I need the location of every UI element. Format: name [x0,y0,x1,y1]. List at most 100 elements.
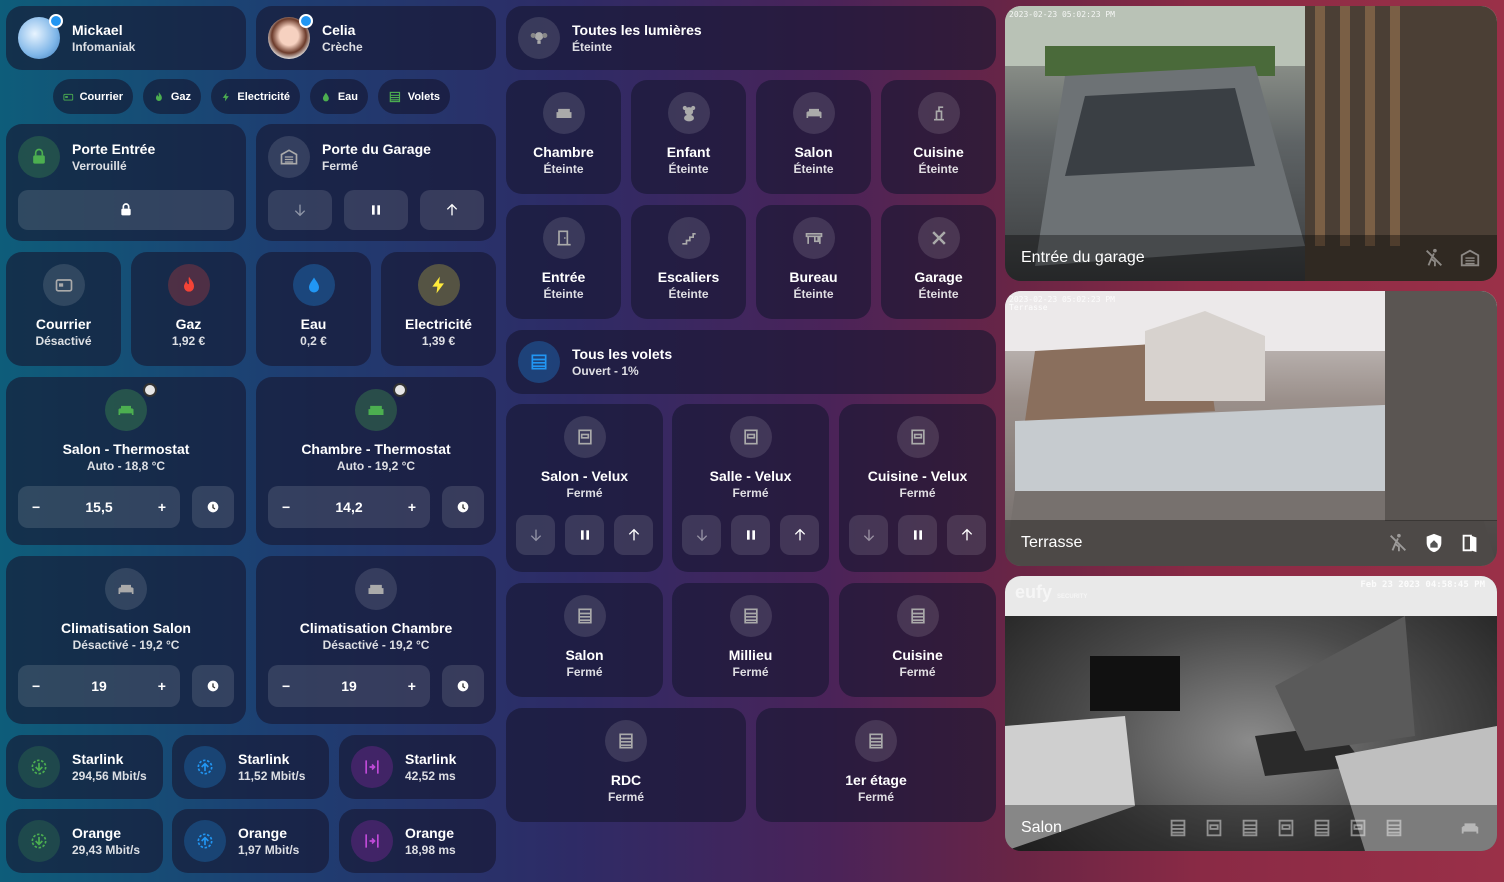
home-shield-icon[interactable] [1423,532,1445,554]
shutter-icon[interactable] [1311,817,1333,839]
stairs-icon [667,217,710,259]
light-card-enfant[interactable]: Enfant Éteinte [631,80,746,194]
plus-button[interactable]: + [158,499,166,515]
motion-off-icon[interactable] [1387,532,1409,554]
plus-button[interactable]: + [158,678,166,694]
stop-button[interactable] [898,515,937,555]
card-title: Salon [794,144,833,160]
motion-off-icon[interactable] [1423,247,1445,269]
shutter-card-rdc[interactable]: RDC Fermé [506,708,746,822]
network-card-orange-ping[interactable]: Orange 18,98 ms [339,809,496,873]
light-card-entree[interactable]: Entrée Éteinte [506,205,621,319]
skylight-icon[interactable] [1347,817,1369,839]
open-button[interactable] [947,515,986,555]
camera-feed-terrasse[interactable]: 2023-02-23 05:02:23 PM Terrasse Terrasse [1005,291,1497,566]
lock-toggle-button[interactable] [18,190,234,230]
camera-name: Salon [1021,819,1062,836]
sensor-card-eau[interactable]: Eau 0,2 € [256,252,371,366]
shutter-card-cuisine[interactable]: Cuisine Fermé [839,583,996,697]
plus-button[interactable]: + [408,678,416,694]
bed-icon [542,92,585,134]
mode-button[interactable] [192,665,234,707]
stop-button[interactable] [565,515,604,555]
sensor-card-gaz[interactable]: Gaz 1,92 € [131,252,246,366]
network-card-starlink-download[interactable]: Starlink 294,56 Mbit/s [6,735,163,799]
arrow-up-icon [628,528,639,541]
light-card-chambre[interactable]: Chambre Éteinte [506,80,621,194]
arrow-up-icon [446,203,458,216]
close-button[interactable] [516,515,555,555]
mode-button[interactable] [442,665,484,707]
temperature-stepper: − 14,2 + [268,486,430,528]
open-button[interactable] [420,190,484,230]
mode-button[interactable] [192,486,234,528]
light-card-escaliers[interactable]: Escaliers Éteinte [631,205,746,319]
person-card-mickael[interactable]: Mickael Infomaniak [6,6,246,70]
network-card-starlink-ping[interactable]: Starlink 42,52 ms [339,735,496,799]
door-open-icon[interactable] [1459,532,1481,554]
garage-icon[interactable] [1459,247,1481,269]
all-shutters-card[interactable]: Tous les volets Ouvert - 1% [506,330,996,394]
light-card-garage[interactable]: Garage Éteinte [881,205,996,319]
network-card-orange-download[interactable]: Orange 29,43 Mbit/s [6,809,163,873]
stop-button[interactable] [731,515,770,555]
minus-button[interactable]: − [32,678,40,694]
stop-button[interactable] [344,190,408,230]
thermostat-mode-icon [207,501,219,513]
open-button[interactable] [614,515,653,555]
shutter-card-1er-etage[interactable]: 1er étage Fermé [756,708,996,822]
light-card-cuisine[interactable]: Cuisine Éteinte [881,80,996,194]
skylight-icon[interactable] [1275,817,1297,839]
close-button[interactable] [682,515,721,555]
chip-courrier[interactable]: Courrier [53,79,133,114]
network-card-starlink-upload[interactable]: Starlink 11,52 Mbit/s [172,735,329,799]
card-state: Éteinte [793,287,834,301]
mailbox-icon [42,264,85,306]
close-button[interactable] [849,515,888,555]
door-icon [542,217,585,259]
shutter-icon[interactable] [1167,817,1189,839]
card-state: Auto - 18,8 °C [86,459,166,473]
close-button[interactable] [268,190,332,230]
skylight-icon[interactable] [1203,817,1225,839]
light-card-salon[interactable]: Salon Éteinte [756,80,871,194]
network-card-orange-upload[interactable]: Orange 1,97 Mbit/s [172,809,329,873]
light-card-bureau[interactable]: Bureau Éteinte [756,205,871,319]
arrow-up-icon [961,528,972,541]
sensor-card-courrier[interactable]: Courrier Désactivé [6,252,121,366]
skylight-icon [896,416,939,458]
velux-card-salon: Salon - Velux Fermé [506,404,663,572]
person-card-celia[interactable]: Celia Crèche [256,6,496,70]
climate-card-salon: Climatisation Salon Désactivé - 19,2 °C −… [6,556,246,724]
brand-name: eufy [1015,582,1053,602]
shutter-card-salon[interactable]: Salon Fermé [506,583,663,697]
camera-feed-garage[interactable]: 2023-02-23 05:02:23 PM Entrée du garage [1005,6,1497,281]
shutter-icon[interactable] [1383,817,1405,839]
card-state: Fermé [857,790,895,804]
skylight-icon [563,416,606,458]
chip-gaz[interactable]: Gaz [143,79,201,114]
card-title: Climatisation Chambre [299,620,453,636]
minus-button[interactable]: − [282,499,290,515]
temperature-stepper: − 19 + [268,665,430,707]
shutter-card-millieu[interactable]: Millieu Fermé [672,583,829,697]
mode-button[interactable] [442,486,484,528]
card-title: Cuisine [892,647,943,663]
sofa-icon[interactable] [1459,817,1481,839]
chip-electricite[interactable]: Electricité [211,79,300,114]
all-lights-card[interactable]: Toutes les lumières Éteinte [506,6,996,70]
minus-button[interactable]: − [282,678,290,694]
card-title: Toutes les lumières [572,22,702,38]
faucet-icon [917,92,960,134]
chip-volets[interactable]: Volets [378,79,450,114]
chip-eau[interactable]: Eau [310,79,368,114]
person-name: Mickael [72,22,123,38]
sensor-card-electricite[interactable]: Electricité 1,39 € [381,252,496,366]
camera-feed-salon[interactable]: eufy SECURITY Feb 23 2023 04:58:45 PM Sa… [1005,576,1497,851]
lock-icon [18,136,60,178]
open-button[interactable] [780,515,819,555]
shutter-icon[interactable] [1239,817,1261,839]
shutter-icon [518,341,560,383]
minus-button[interactable]: − [32,499,40,515]
plus-button[interactable]: + [408,499,416,515]
